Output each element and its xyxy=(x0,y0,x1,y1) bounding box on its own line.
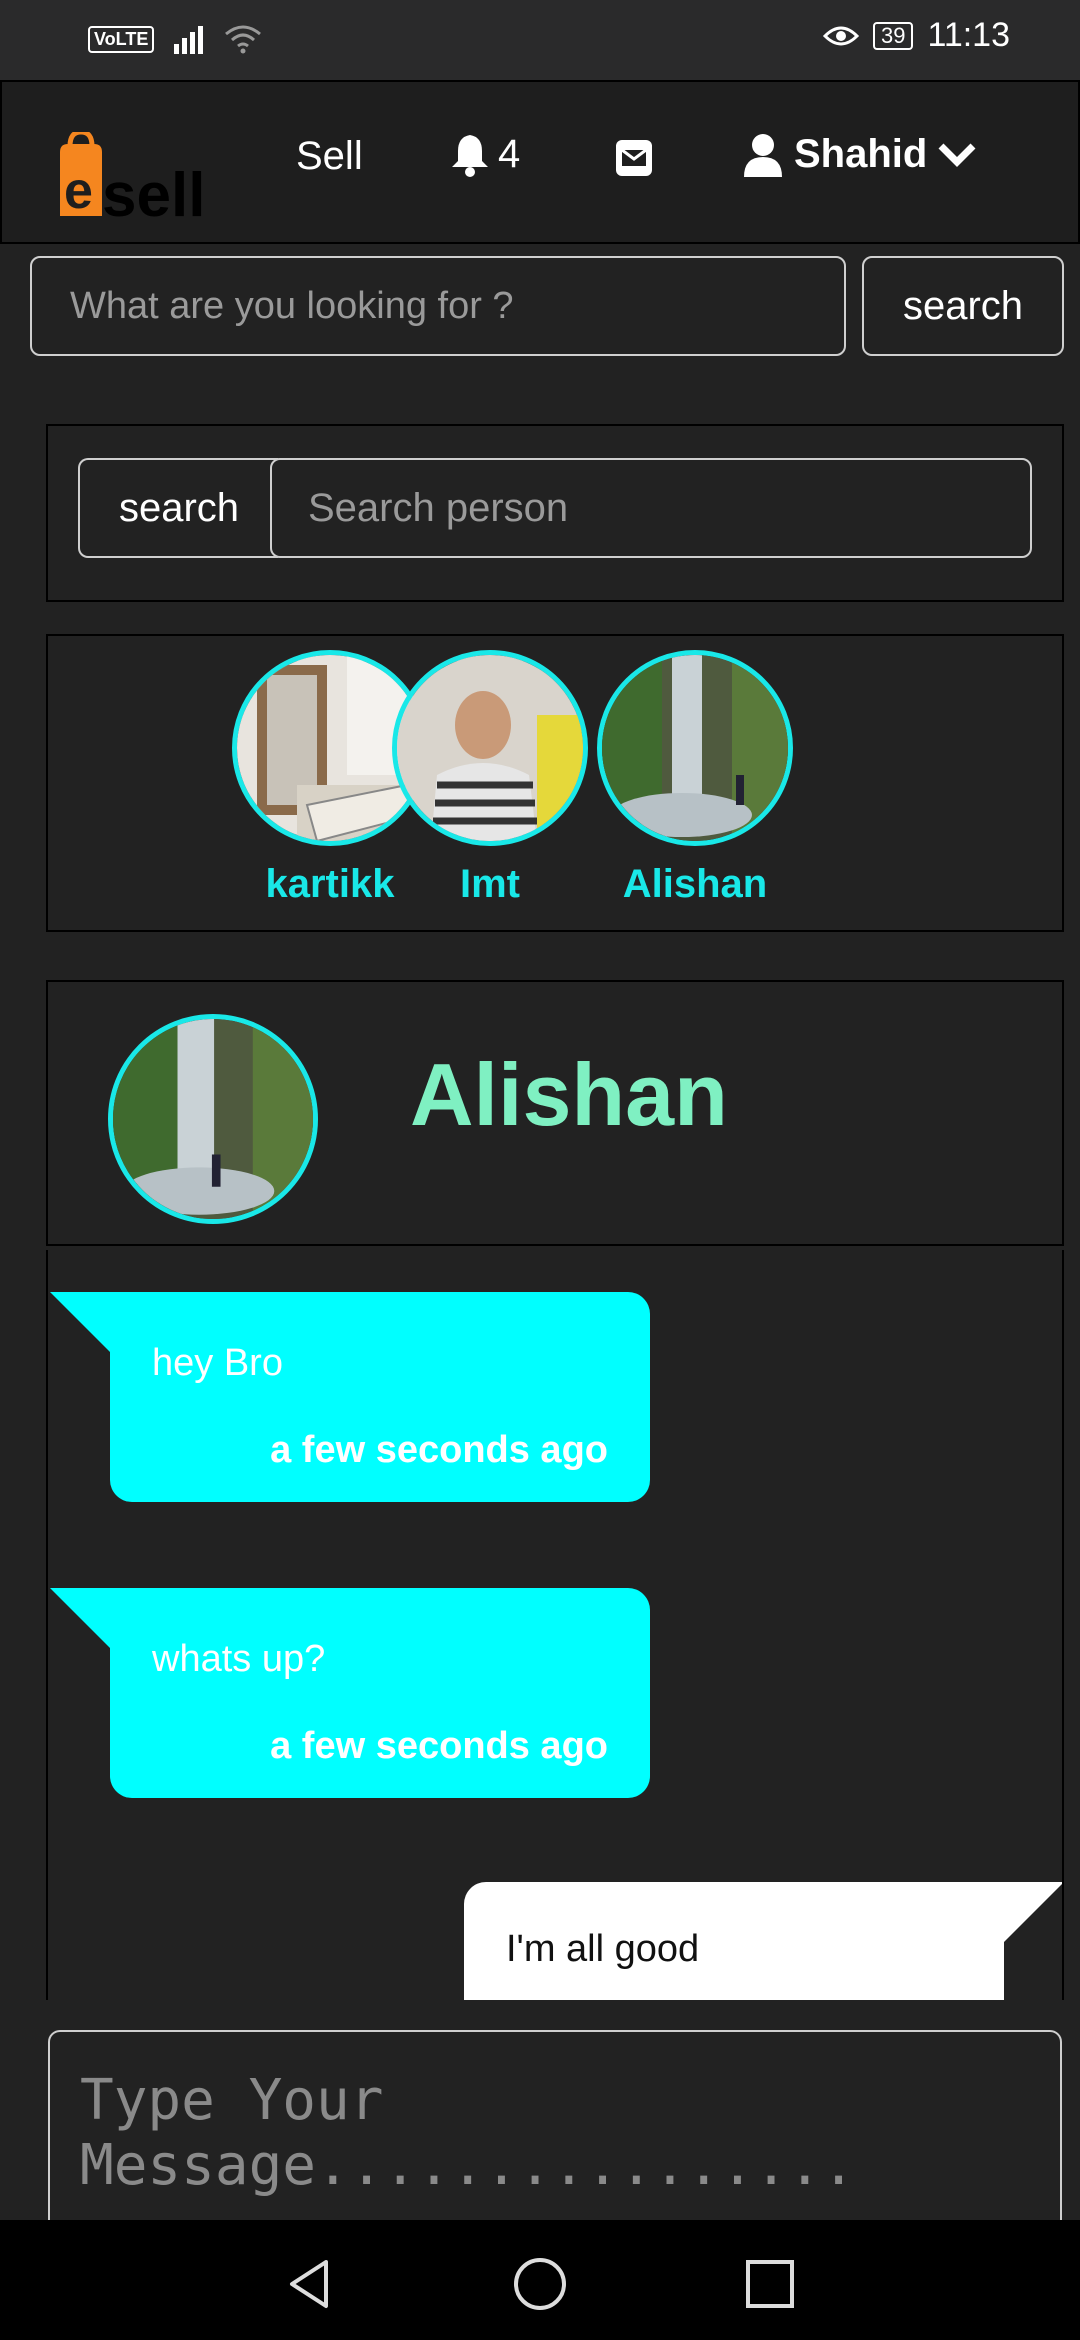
logo-graphic: e sell xyxy=(60,129,205,230)
chat-header: Alishan xyxy=(46,980,1064,1246)
volte-indicator: VoLTE xyxy=(88,25,155,53)
message-text: hey Bro xyxy=(152,1342,283,1384)
contact-item[interactable]: Alishan xyxy=(580,650,810,907)
system-navigation-bar xyxy=(0,2220,1080,2340)
contact-name: Imt xyxy=(460,862,520,906)
outgoing-message: I'm all good xyxy=(464,1882,1062,2000)
status-right: 39 11:13 xyxy=(822,16,1010,55)
navbar: e sell Sell 4 Shahid xyxy=(0,80,1080,244)
contacts-panel: kartikk Imt Alishan xyxy=(46,634,1064,932)
nav-sell-link[interactable]: Sell xyxy=(296,134,363,179)
user-icon xyxy=(744,133,782,177)
wifi-icon xyxy=(225,25,262,54)
back-icon[interactable] xyxy=(282,2256,338,2312)
message-input[interactable] xyxy=(48,2030,1062,2250)
product-search-input[interactable] xyxy=(30,256,846,356)
home-icon[interactable] xyxy=(512,2256,568,2312)
chevron-down-icon xyxy=(938,143,976,167)
user-name: Shahid xyxy=(794,132,928,176)
chat-contact-avatar xyxy=(108,1014,318,1224)
signal-icon xyxy=(174,26,204,54)
bell-icon xyxy=(452,134,488,177)
contact-avatar xyxy=(392,650,588,846)
message-text: I'm all good xyxy=(506,1928,700,1970)
incoming-message: hey Bro a few seconds ago xyxy=(50,1292,650,1502)
contact-avatar xyxy=(597,650,793,846)
message-text: whats up? xyxy=(152,1638,326,1680)
message-time: a few seconds ago xyxy=(270,1429,608,1471)
status-left: VoLTE xyxy=(88,24,262,54)
status-bar: VoLTE 39 11:13 xyxy=(0,0,1080,80)
messages-button[interactable] xyxy=(614,138,654,183)
chat-messages: hey Bro a few seconds ago whats up? a fe… xyxy=(46,1250,1064,2000)
contact-name: Alishan xyxy=(622,862,768,906)
incoming-message: whats up? a few seconds ago xyxy=(50,1588,650,1798)
contact-item[interactable]: Imt xyxy=(390,650,590,907)
product-search-button[interactable]: search xyxy=(862,256,1064,356)
person-search-panel: search xyxy=(46,424,1064,602)
message-time: a few seconds ago xyxy=(270,1725,608,1767)
clock: 11:13 xyxy=(927,16,1010,54)
user-menu[interactable]: Shahid xyxy=(742,132,977,177)
recents-icon[interactable] xyxy=(742,2256,798,2312)
battery-indicator: 39 xyxy=(872,21,914,50)
person-search-input[interactable] xyxy=(270,458,1032,558)
chat-contact-name: Alishan xyxy=(410,1045,728,1144)
notifications-button[interactable]: 4 xyxy=(450,132,520,177)
logo-text: sell xyxy=(102,161,205,222)
eye-comfort-icon xyxy=(822,26,859,45)
esell-logo[interactable]: e sell xyxy=(54,129,214,230)
svg-text:e: e xyxy=(64,162,93,220)
notification-count: 4 xyxy=(498,132,521,176)
mail-icon xyxy=(616,140,652,176)
person-search-button[interactable]: search xyxy=(78,458,278,558)
